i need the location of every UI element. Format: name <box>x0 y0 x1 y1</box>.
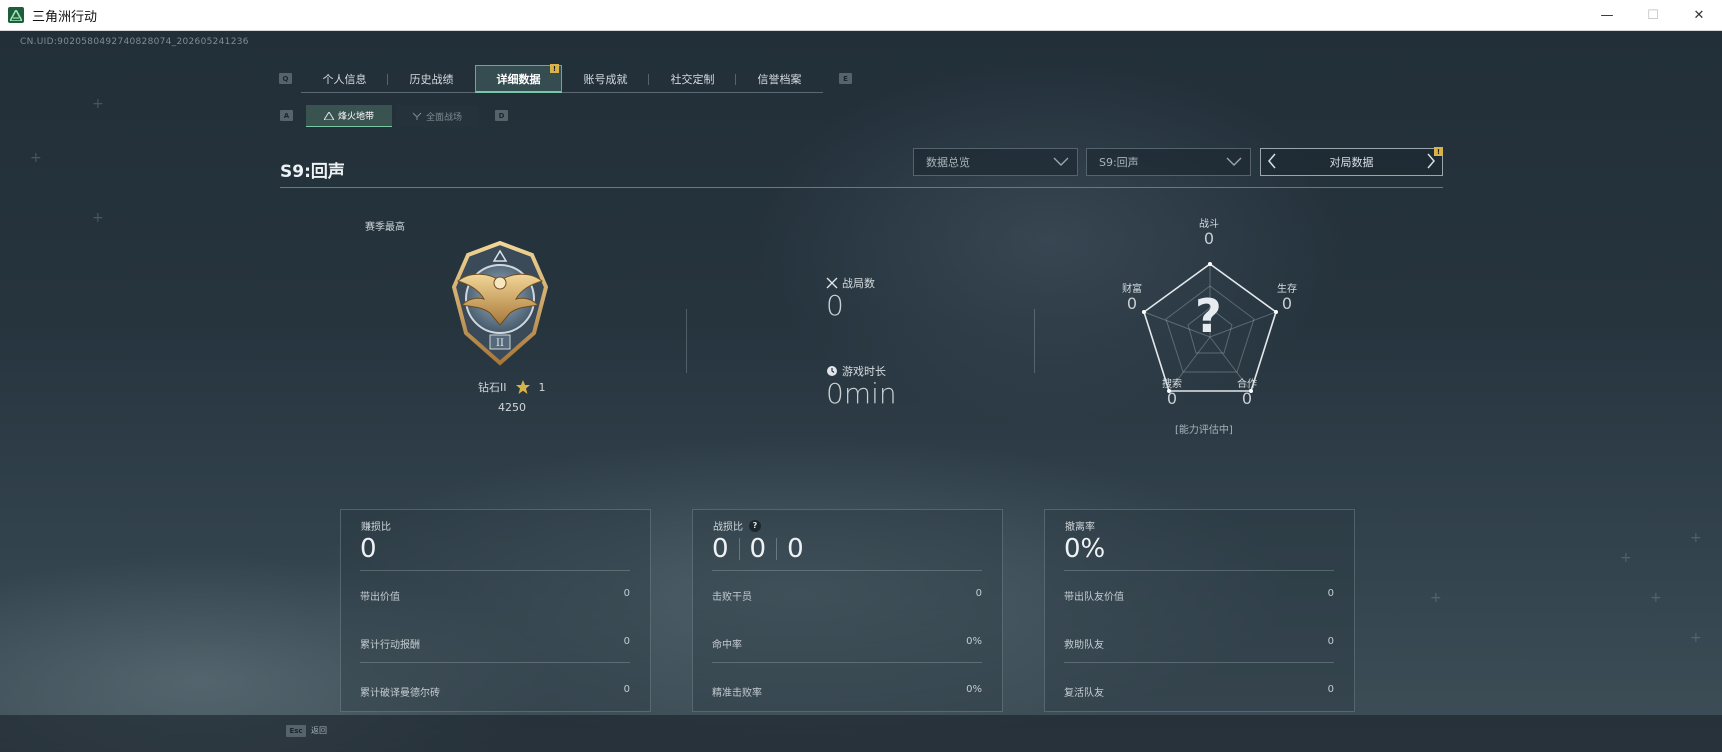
back-label[interactable]: 返回 <box>311 725 327 736</box>
grid-cross-icon: + <box>1430 590 1442 606</box>
notification-badge: ! <box>1434 147 1443 156</box>
radar-status: [能力评估中] <box>1175 425 1233 436</box>
panel-title: 赚损比 <box>361 522 391 533</box>
panel-row: 带出队友价值 0 <box>1064 588 1334 603</box>
panel-row: 救助队友 0 <box>1064 636 1334 651</box>
main-tab-bar: 个人信息 历史战绩 详细数据! 账号成就 社交定制 信誉档案 <box>301 64 823 93</box>
grid-cross-icon: + <box>92 96 104 112</box>
panel-big-value: 0 <box>360 534 377 564</box>
grid-cross-icon: + <box>1690 630 1702 646</box>
panel-row: 击败干员 0 <box>712 588 982 603</box>
crossed-swords-icon <box>826 277 838 289</box>
svg-text:II: II <box>496 338 504 349</box>
esc-key-button[interactable]: Esc <box>286 725 306 737</box>
grid-cross-icon: + <box>1620 550 1632 566</box>
radar-axis-label: 战斗 <box>1199 219 1219 230</box>
panel-title: 战损比 ? <box>713 518 761 533</box>
player-uid: CN.UID:9020580492740828074_202605241236 <box>20 37 249 47</box>
chevron-right-icon[interactable] <box>1426 153 1436 173</box>
radar-axis-value: 0 <box>1166 389 1178 408</box>
tab-match-history[interactable]: 历史战绩 <box>388 65 475 93</box>
minimize-button[interactable]: — <box>1584 0 1630 31</box>
panel-divider <box>1064 570 1334 571</box>
rank-tier: 钻石II <box>478 381 507 394</box>
clock-icon <box>827 366 837 376</box>
radar-axis-label: 财富 <box>1122 284 1142 295</box>
header-divider <box>280 187 1443 188</box>
grid-cross-icon: + <box>30 150 42 166</box>
matches-value: 0 <box>826 289 844 322</box>
tab-detailed-data[interactable]: 详细数据! <box>475 64 562 93</box>
subtab-warfare[interactable]: 全面战场 <box>396 105 478 127</box>
rank-stars: 1 <box>538 380 546 394</box>
tab-reputation[interactable]: 信誉档案 <box>736 65 823 93</box>
rank-medal-icon: II <box>450 240 550 371</box>
radar-unknown-icon: ? <box>1195 289 1222 343</box>
kd-ratio-panel: 战损比 ? 0 0 0 击败干员 0 命中率 0% 精准击败率 0% <box>692 509 1003 712</box>
panel-divider <box>360 662 630 663</box>
radar-axis-value: 0 <box>1203 229 1215 248</box>
data-view-select[interactable]: 数据总览 <box>913 148 1078 176</box>
window-title: 三角洲行动 <box>32 9 98 25</box>
panel-big-value: 0% <box>1064 534 1106 564</box>
radar-axis-label: 搜索 <box>1162 379 1182 390</box>
panel-divider <box>360 570 630 571</box>
grid-cross-icon: + <box>92 210 104 226</box>
close-button[interactable]: ✕ <box>1676 0 1722 31</box>
tab-achievements[interactable]: 账号成就 <box>562 65 649 93</box>
panel-row: 带出价值 0 <box>360 588 630 603</box>
rank-score: 4250 <box>498 401 526 414</box>
chevron-down-icon <box>1226 155 1242 170</box>
chevron-left-icon[interactable] <box>1267 153 1277 173</box>
section-divider <box>686 309 687 373</box>
panel-row: 复活队友 0 <box>1064 684 1334 699</box>
help-icon[interactable]: ? <box>749 519 761 532</box>
section-divider <box>1034 309 1035 373</box>
tab-prev-key[interactable]: Q <box>279 73 292 84</box>
match-data-label[interactable]: 对局数据 <box>1330 154 1374 170</box>
maximize-button[interactable]: ☐ <box>1630 0 1676 31</box>
warfare-icon <box>412 112 422 120</box>
panel-row: 精准击败率 0% <box>712 684 982 699</box>
panel-big-trio: 0 0 0 <box>712 534 804 564</box>
radar-axis-value: 0 <box>1126 294 1138 313</box>
season-title: S9:回声 <box>280 162 345 182</box>
subtab-operations[interactable]: 烽火地带 <box>306 105 392 127</box>
subtab-prev-key[interactable]: A <box>280 110 293 121</box>
notification-badge: ! <box>550 64 559 73</box>
chevron-down-icon <box>1053 155 1069 170</box>
radar-axis-value: 0 <box>1241 389 1253 408</box>
subtab-next-key[interactable]: D <box>495 110 508 121</box>
panel-row: 累计行动报酬 0 <box>360 636 630 651</box>
operations-icon <box>323 111 334 120</box>
playtime-value: 0min <box>826 377 897 410</box>
tab-next-key[interactable]: E <box>839 73 852 84</box>
profit-ratio-panel: 赚损比 0 带出价值 0 累计行动报酬 0 累计破译曼德尔砖 0 <box>340 509 651 712</box>
game-viewport: + + + + + + + + CN.UID:90205804927408280… <box>0 31 1722 752</box>
panel-row: 累计破译曼德尔砖 0 <box>360 684 630 699</box>
tab-social-custom[interactable]: 社交定制 <box>649 65 736 93</box>
window-titlebar: 三角洲行动 — ☐ ✕ <box>0 0 1722 31</box>
panel-divider <box>712 570 982 571</box>
panel-divider <box>712 662 982 663</box>
grid-cross-icon: + <box>1690 530 1702 546</box>
season-best-label: 赛季最高 <box>365 222 405 233</box>
grid-cross-icon: + <box>1650 590 1662 606</box>
season-select[interactable]: S9:回声 <box>1086 148 1251 176</box>
match-data-navigator: 对局数据 ! <box>1260 147 1443 176</box>
radar-axis-label: 合作 <box>1237 379 1257 390</box>
panel-divider <box>1064 662 1334 663</box>
star-icon <box>515 380 530 394</box>
rank-tier-row: 钻石II 1 <box>478 379 546 395</box>
panel-row: 命中率 0% <box>712 636 982 651</box>
tab-personal-info[interactable]: 个人信息 <box>301 65 388 93</box>
extraction-rate-panel: 撤离率 0% 带出队友价值 0 救助队友 0 复活队友 0 <box>1044 509 1355 712</box>
radar-axis-label: 生存 <box>1277 284 1297 295</box>
footer-bar <box>0 715 1722 752</box>
app-logo-icon <box>8 7 24 23</box>
radar-axis-value: 0 <box>1281 294 1293 313</box>
panel-title: 撤离率 <box>1065 522 1095 533</box>
